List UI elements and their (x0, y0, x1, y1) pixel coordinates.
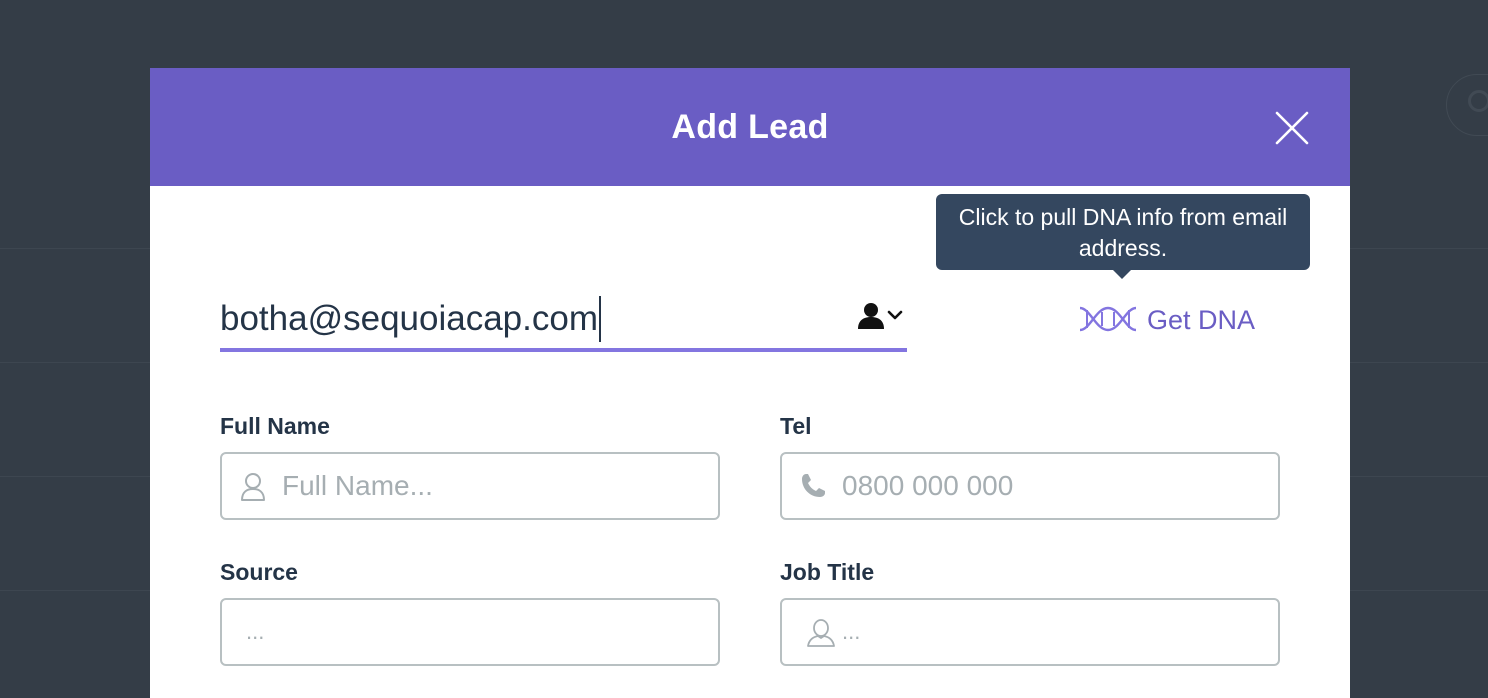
background-search-icon (1468, 90, 1488, 112)
user-outline-icon (241, 473, 265, 501)
modal-title: Add Lead (671, 108, 829, 146)
tel-label: Tel (780, 413, 812, 439)
email-value: botha@sequoiacap.com (220, 299, 598, 338)
get-dna-button[interactable]: Get DNA (1078, 300, 1258, 340)
full-name-label: Full Name (220, 413, 330, 439)
dna-tooltip: Click to pull DNA info from email addres… (936, 194, 1310, 270)
source-input[interactable]: ... (220, 598, 720, 666)
background-divider (1350, 362, 1488, 363)
source-placeholder: ... (246, 619, 265, 644)
source-label: Source (220, 559, 298, 585)
close-icon (1275, 111, 1309, 145)
job-title-placeholder: ... (842, 619, 861, 644)
modal-header: Add Lead (150, 68, 1350, 186)
contact-type-dropdown[interactable] (856, 302, 906, 332)
email-value-wrap: botha@sequoiacap.com (220, 296, 601, 342)
text-caret (599, 296, 601, 342)
tel-input[interactable]: 0800 000 000 (780, 452, 1280, 520)
phone-icon (802, 474, 825, 497)
full-name-placeholder: Full Name... (282, 470, 433, 501)
person-chevron-icon (858, 303, 903, 329)
tel-placeholder: 0800 000 000 (842, 470, 1014, 501)
background-divider (0, 590, 150, 591)
full-name-input[interactable]: Full Name... (220, 452, 720, 520)
background-divider (1350, 476, 1488, 477)
background-divider (1350, 248, 1488, 249)
get-dna-label: Get DNA (1147, 305, 1256, 335)
user-outline-icon (807, 619, 835, 647)
background-divider (1350, 590, 1488, 591)
background-divider (0, 476, 150, 477)
background-divider (0, 362, 150, 363)
job-title-label: Job Title (780, 559, 875, 585)
tooltip-arrow (1112, 269, 1132, 279)
background-divider (0, 248, 150, 249)
dna-icon (1079, 306, 1137, 332)
email-input[interactable]: botha@sequoiacap.com (220, 290, 907, 352)
job-title-input[interactable]: ... (780, 598, 1280, 666)
add-lead-modal: Add Lead Click to pull DNA info from ema… (150, 68, 1350, 698)
close-button[interactable] (1274, 110, 1310, 146)
